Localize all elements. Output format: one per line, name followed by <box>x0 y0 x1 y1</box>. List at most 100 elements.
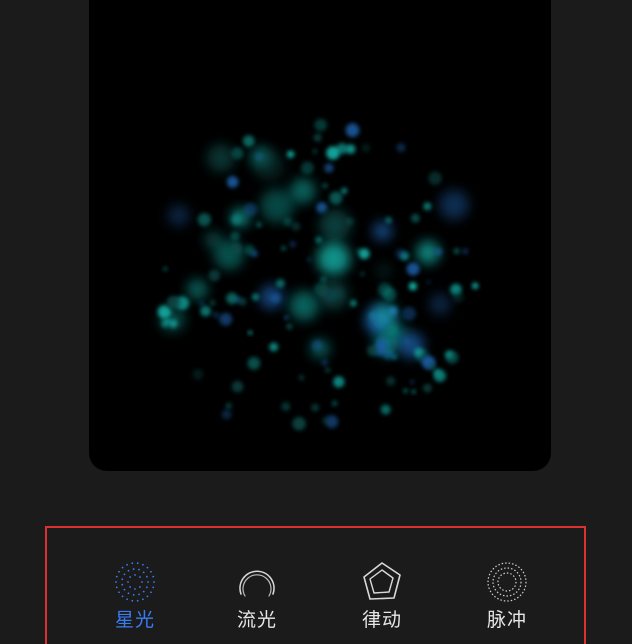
particle <box>462 248 469 255</box>
particle <box>402 306 417 321</box>
particle <box>289 241 296 248</box>
particle <box>163 266 168 271</box>
particle <box>408 282 418 291</box>
particle <box>326 146 340 160</box>
style-option-pulse[interactable]: 脉冲 <box>462 560 552 640</box>
particle <box>251 293 259 301</box>
particle <box>197 213 211 227</box>
particle <box>301 161 314 175</box>
particle <box>367 345 378 357</box>
starlight-dots-icon <box>115 562 155 602</box>
particle <box>319 209 351 241</box>
particle <box>286 150 295 159</box>
particle <box>325 367 331 373</box>
particle <box>281 245 286 251</box>
particle <box>452 291 464 303</box>
particle <box>307 257 312 262</box>
particle <box>269 342 279 352</box>
pulse-rings-icon <box>487 562 527 602</box>
particle <box>396 143 406 153</box>
particle <box>395 248 407 260</box>
particle <box>312 149 317 154</box>
particle <box>439 190 469 220</box>
particle <box>373 221 392 241</box>
particle <box>283 217 293 227</box>
particle <box>290 178 316 204</box>
style-picker: 星光 流光 律动 脉冲 <box>45 526 586 644</box>
particle <box>410 379 415 384</box>
particle <box>210 300 216 306</box>
particle <box>453 248 460 255</box>
style-option-rhythm[interactable]: 律动 <box>337 560 427 640</box>
particle <box>322 183 328 189</box>
particle <box>422 383 432 393</box>
particle <box>230 242 243 255</box>
app-screen: 星光 流光 律动 脉冲 <box>0 0 632 644</box>
particle <box>208 269 221 282</box>
particle <box>225 402 232 410</box>
particle <box>427 362 436 370</box>
particle <box>472 282 479 289</box>
particle <box>429 293 451 315</box>
particle <box>385 217 392 224</box>
particle <box>428 171 442 185</box>
particle <box>248 330 253 335</box>
particle <box>317 242 350 276</box>
particle <box>403 388 408 393</box>
particle <box>311 403 320 412</box>
particle <box>375 263 392 280</box>
particle <box>231 380 244 393</box>
particle <box>284 315 289 320</box>
particle <box>166 295 181 310</box>
particle <box>286 323 293 330</box>
particle <box>207 144 235 172</box>
particle <box>255 152 263 161</box>
particle <box>318 279 348 310</box>
animation-preview <box>89 0 551 471</box>
particle <box>360 271 365 277</box>
rhythm-pentagon-icon <box>363 562 401 600</box>
particle <box>345 123 360 138</box>
style-option-label: 脉冲 <box>486 609 527 631</box>
particle <box>199 300 205 306</box>
particle <box>329 191 343 205</box>
particle <box>243 202 258 217</box>
particle <box>187 279 208 300</box>
particle <box>433 369 446 382</box>
particle <box>311 339 323 351</box>
particle <box>411 389 416 394</box>
particle <box>165 319 171 324</box>
particle <box>219 312 233 326</box>
particle <box>226 292 238 305</box>
particle <box>276 279 285 288</box>
particle <box>250 250 258 258</box>
particle <box>434 247 442 256</box>
particle <box>289 291 319 321</box>
particle <box>358 248 370 260</box>
style-option-label: 星光 <box>114 609 155 631</box>
particle <box>386 376 396 386</box>
particle <box>212 311 220 319</box>
particle <box>221 409 232 420</box>
particle <box>426 280 431 285</box>
style-option-flowing-light[interactable]: 流光 <box>212 560 302 640</box>
particle <box>281 402 291 411</box>
particle <box>423 202 432 211</box>
particle <box>167 204 190 227</box>
particle <box>333 376 345 388</box>
particle <box>291 221 301 231</box>
particle <box>349 299 357 307</box>
particle <box>411 213 420 223</box>
particle <box>298 374 305 381</box>
particle <box>230 231 240 241</box>
style-option-starlight[interactable]: 星光 <box>90 560 180 640</box>
particle <box>313 133 322 142</box>
style-option-label: 流光 <box>236 609 277 631</box>
particle <box>256 221 262 228</box>
particle <box>321 359 328 366</box>
particle <box>321 416 330 425</box>
style-option-label: 律动 <box>361 609 402 631</box>
particle <box>247 356 261 370</box>
particle <box>341 187 348 194</box>
particle <box>315 236 323 244</box>
